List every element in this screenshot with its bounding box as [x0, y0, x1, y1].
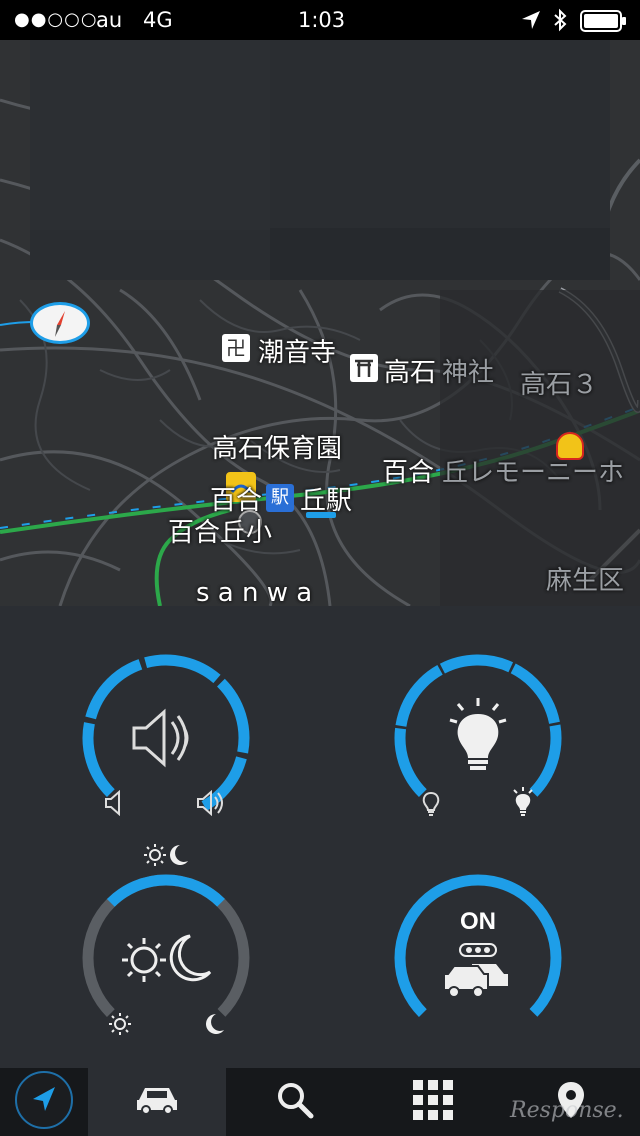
map-label-temple: 潮音寺 — [258, 338, 337, 368]
bulb-bright-icon — [510, 786, 536, 822]
search-icon — [275, 1080, 315, 1124]
station-icon: 駅 — [266, 484, 294, 512]
tab-car[interactable] — [88, 1068, 226, 1136]
status-bar: ●●○○○ au 4G 1:03 — [0, 0, 640, 40]
signal-strength: ●●○○○ — [14, 9, 98, 30]
map-overlay-panel — [270, 228, 610, 280]
bluetooth-icon — [552, 8, 568, 36]
traffic-state-label: ON — [460, 908, 496, 935]
watermark: Response. — [510, 1098, 624, 1123]
brightness-dial[interactable] — [390, 650, 566, 830]
map-label-lemoney: 丘レモーニーホ — [442, 458, 625, 488]
battery-icon — [580, 10, 628, 36]
sun-icon — [108, 1012, 132, 1040]
control-panel: ON — [0, 606, 640, 1068]
carrier-label: au — [96, 8, 123, 32]
location-arrow-icon — [520, 9, 542, 35]
map-label-asao: 麻生区 — [546, 566, 625, 596]
speaker-low-icon — [104, 789, 126, 820]
speaker-icon — [130, 708, 202, 772]
station-marker — [306, 512, 336, 518]
map-label-shrine: 高石 — [384, 358, 437, 388]
bulb-dim-icon — [420, 790, 442, 822]
map-label-nursery: 高石保育園 — [212, 434, 343, 464]
traffic-jam-icon — [442, 942, 514, 1006]
sun-moon-icon — [142, 842, 190, 872]
status-time: 1:03 — [298, 8, 346, 32]
map-label-shrine-suffix: 神社 — [442, 358, 495, 388]
traffic-dial[interactable]: ON — [390, 870, 566, 1050]
map-label-school: 百合丘小 — [168, 518, 273, 548]
compass-button[interactable] — [30, 302, 90, 344]
map-roads — [0, 40, 640, 606]
car-icon — [135, 1084, 179, 1120]
bulb-icon — [446, 694, 510, 782]
sun-moon-main-icon — [118, 928, 214, 992]
network-label: 4G — [143, 8, 173, 32]
grid-menu-icon — [413, 1080, 453, 1124]
map-label-district: 高石３ — [520, 370, 599, 400]
tab-bar: Response. — [0, 1068, 640, 1136]
map-view[interactable]: 卍 潮音寺 高石 神社 高石３ 高石保育園 百合 丘レモーニーホ 百合 駅 丘駅… — [0, 40, 640, 606]
daynight-dial[interactable] — [78, 870, 254, 1050]
tab-search[interactable] — [226, 1068, 364, 1136]
temple-icon: 卍 — [222, 334, 250, 362]
map-label-sanwa: s a n w a — [196, 578, 313, 606]
moon-icon — [202, 1012, 226, 1040]
navigate-icon — [13, 1069, 75, 1135]
map-label-yuri-right: 百合 — [382, 458, 435, 488]
compass-icon — [55, 311, 65, 337]
shrine-icon — [350, 354, 378, 382]
speaker-high-icon — [196, 789, 228, 820]
volume-dial[interactable] — [78, 650, 254, 830]
tab-menu[interactable] — [364, 1068, 502, 1136]
tab-navigate[interactable] — [0, 1068, 88, 1136]
